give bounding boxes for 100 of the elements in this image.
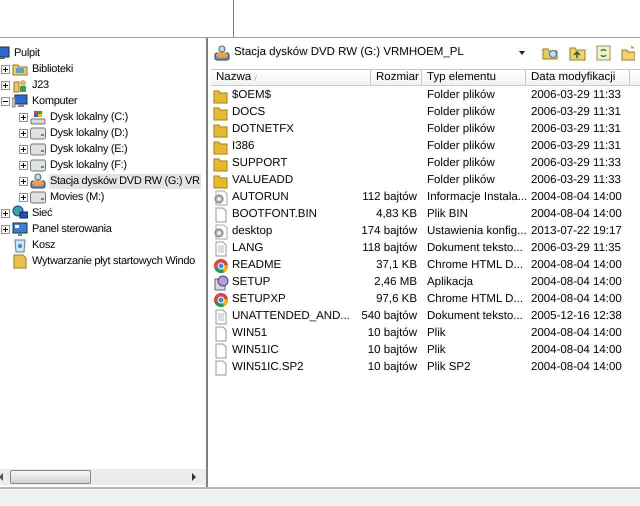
column-header[interactable]: Data modyfikacji [526, 70, 630, 85]
table-cell: 2004-08-04 14:00 [531, 208, 622, 220]
text-file-icon [213, 240, 229, 256]
tree-item[interactable]: Komputer [31, 94, 78, 108]
installer-icon [213, 274, 229, 290]
tree-item[interactable]: Dysk lokalny (C:) [49, 110, 130, 124]
file-name[interactable]: DOTNETFX [232, 120, 294, 138]
folder-icon [12, 253, 28, 269]
file-icon [213, 342, 229, 358]
dropdown-caret-icon[interactable] [519, 51, 525, 55]
file-name[interactable]: I386 [232, 138, 254, 156]
table-cell: 2006-03-29 11:31 [531, 140, 621, 152]
expand-icon[interactable] [18, 144, 28, 154]
tree-item[interactable]: Dysk lokalny (D:) [49, 126, 130, 140]
tree-item[interactable]: Dysk lokalny (E:) [49, 142, 128, 156]
file-name[interactable]: WIN51IC.SP2 [232, 358, 304, 376]
file-name[interactable]: $OEM$ [232, 86, 271, 104]
round-logo-icon [213, 258, 229, 274]
file-icon [213, 206, 229, 222]
file-name[interactable]: VALUEADD [232, 172, 294, 190]
tree-item[interactable]: Wytwarzanie płyt startowych Windo [31, 254, 196, 268]
table-cell: Aplikacja [427, 276, 474, 288]
file-name[interactable]: BOOTFONT.BIN [232, 206, 317, 224]
tree-item[interactable]: Biblioteki [31, 62, 74, 76]
drive-icon [30, 157, 46, 173]
round-logo-icon [213, 292, 229, 308]
table-cell-text: 174 bajtów [361, 224, 417, 239]
tree-item[interactable]: Kosz [31, 238, 56, 252]
tree-item[interactable]: Sieć [31, 206, 54, 220]
trash-bin-icon [12, 237, 28, 253]
file-icon [213, 326, 229, 342]
table-cell: 2006-03-29 11:35 [531, 242, 621, 254]
file-name[interactable]: README [232, 256, 282, 274]
table-cell-text: 10 bajtów [368, 360, 417, 375]
refresh-icon[interactable] [596, 45, 611, 61]
table-cell: 2013-07-22 19:17 [531, 224, 622, 237]
tree-item[interactable]: Movies (M:) [49, 190, 106, 204]
table-cell: 2006-03-29 11:33 [531, 174, 621, 186]
table-cell-text: 2,46 MB [374, 274, 417, 290]
tree-item[interactable]: Dysk lokalny (F:) [49, 158, 128, 172]
table-cell-text: 112 bajtów [362, 190, 417, 205]
file-name[interactable]: desktop [232, 222, 272, 240]
file-name[interactable]: SETUPXP [232, 290, 286, 308]
drive-icon [30, 141, 46, 157]
folder-icon [213, 172, 229, 188]
folder-icon [213, 138, 229, 154]
location-text: Stacja dysków DVD RW (G:) VRMHOEM_PL [234, 45, 465, 60]
table-cell: 2005-12-16 12:38 [531, 310, 622, 322]
collapse-icon[interactable] [0, 96, 10, 106]
expand-icon[interactable] [0, 208, 10, 218]
expand-icon[interactable] [18, 176, 28, 186]
file-name[interactable]: WIN51IC [232, 342, 279, 360]
table-cell: Chrome HTML D... [427, 292, 524, 305]
column-header[interactable]: Typ elementu [422, 70, 526, 85]
windows-drive-icon [30, 109, 46, 125]
table-cell-text: 540 bajtów [361, 308, 417, 324]
table-cell: 2004-08-04 14:00 [531, 276, 622, 288]
globe-monitor-icon [12, 205, 28, 221]
table-cell: 2006-03-29 11:33 [531, 88, 621, 101]
expand-icon[interactable] [18, 160, 28, 170]
table-cell: Plik SP2 [427, 360, 470, 373]
file-name[interactable]: SETUP [232, 274, 270, 292]
file-name[interactable]: UNATTENDED_AND... [232, 308, 350, 326]
table-cell: 2004-08-04 14:00 [531, 292, 622, 305]
gear-file-icon [213, 190, 229, 206]
folder-icon [213, 122, 229, 138]
file-icon [213, 360, 229, 376]
expand-icon[interactable] [0, 64, 10, 74]
file-name[interactable]: WIN51 [232, 324, 268, 342]
expand-icon[interactable] [18, 112, 28, 122]
horizontal-scrollbar[interactable] [0, 469, 206, 485]
scroll-left-icon[interactable] [0, 473, 3, 481]
new-folder-icon[interactable] [621, 45, 635, 61]
tree-item[interactable]: Pulpit [13, 46, 41, 60]
tree-item[interactable]: J23 [31, 78, 50, 92]
scrollbar-thumb[interactable] [10, 470, 91, 484]
table-cell: Informacje Instala... [427, 190, 528, 203]
column-header[interactable]: Nazwa [211, 70, 371, 85]
expand-icon[interactable] [0, 224, 10, 234]
file-name[interactable]: LANG [232, 240, 264, 258]
tree-item[interactable]: Panel sterowania [31, 222, 113, 236]
file-name[interactable]: SUPPORT [232, 154, 288, 172]
file-name[interactable]: DOCS [232, 104, 266, 122]
folder-icon [213, 104, 229, 120]
table-cell: Folder plików [427, 156, 495, 169]
table-cell-text: 37,1 KB [376, 258, 417, 273]
column-header[interactable]: Rozmiar [371, 70, 422, 85]
table-cell: 2006-03-29 11:33 [531, 156, 621, 169]
expand-icon[interactable] [0, 80, 10, 90]
tree-item[interactable]: Stacja dysków DVD RW (G:) VR [49, 174, 201, 188]
scroll-right-icon[interactable] [192, 473, 196, 481]
expand-icon[interactable] [18, 192, 28, 202]
table-cell: Dokument teksto... [427, 310, 523, 322]
table-cell: Plik [427, 326, 446, 339]
file-name[interactable]: AUTORUN [232, 188, 289, 206]
table-cell: 2006-03-29 11:31 [531, 106, 621, 118]
table-cell: Dokument teksto... [427, 242, 523, 254]
table-cell: 2004-08-04 14:00 [531, 360, 622, 373]
expand-icon[interactable] [18, 128, 28, 138]
folder-up-icon[interactable] [569, 45, 586, 61]
